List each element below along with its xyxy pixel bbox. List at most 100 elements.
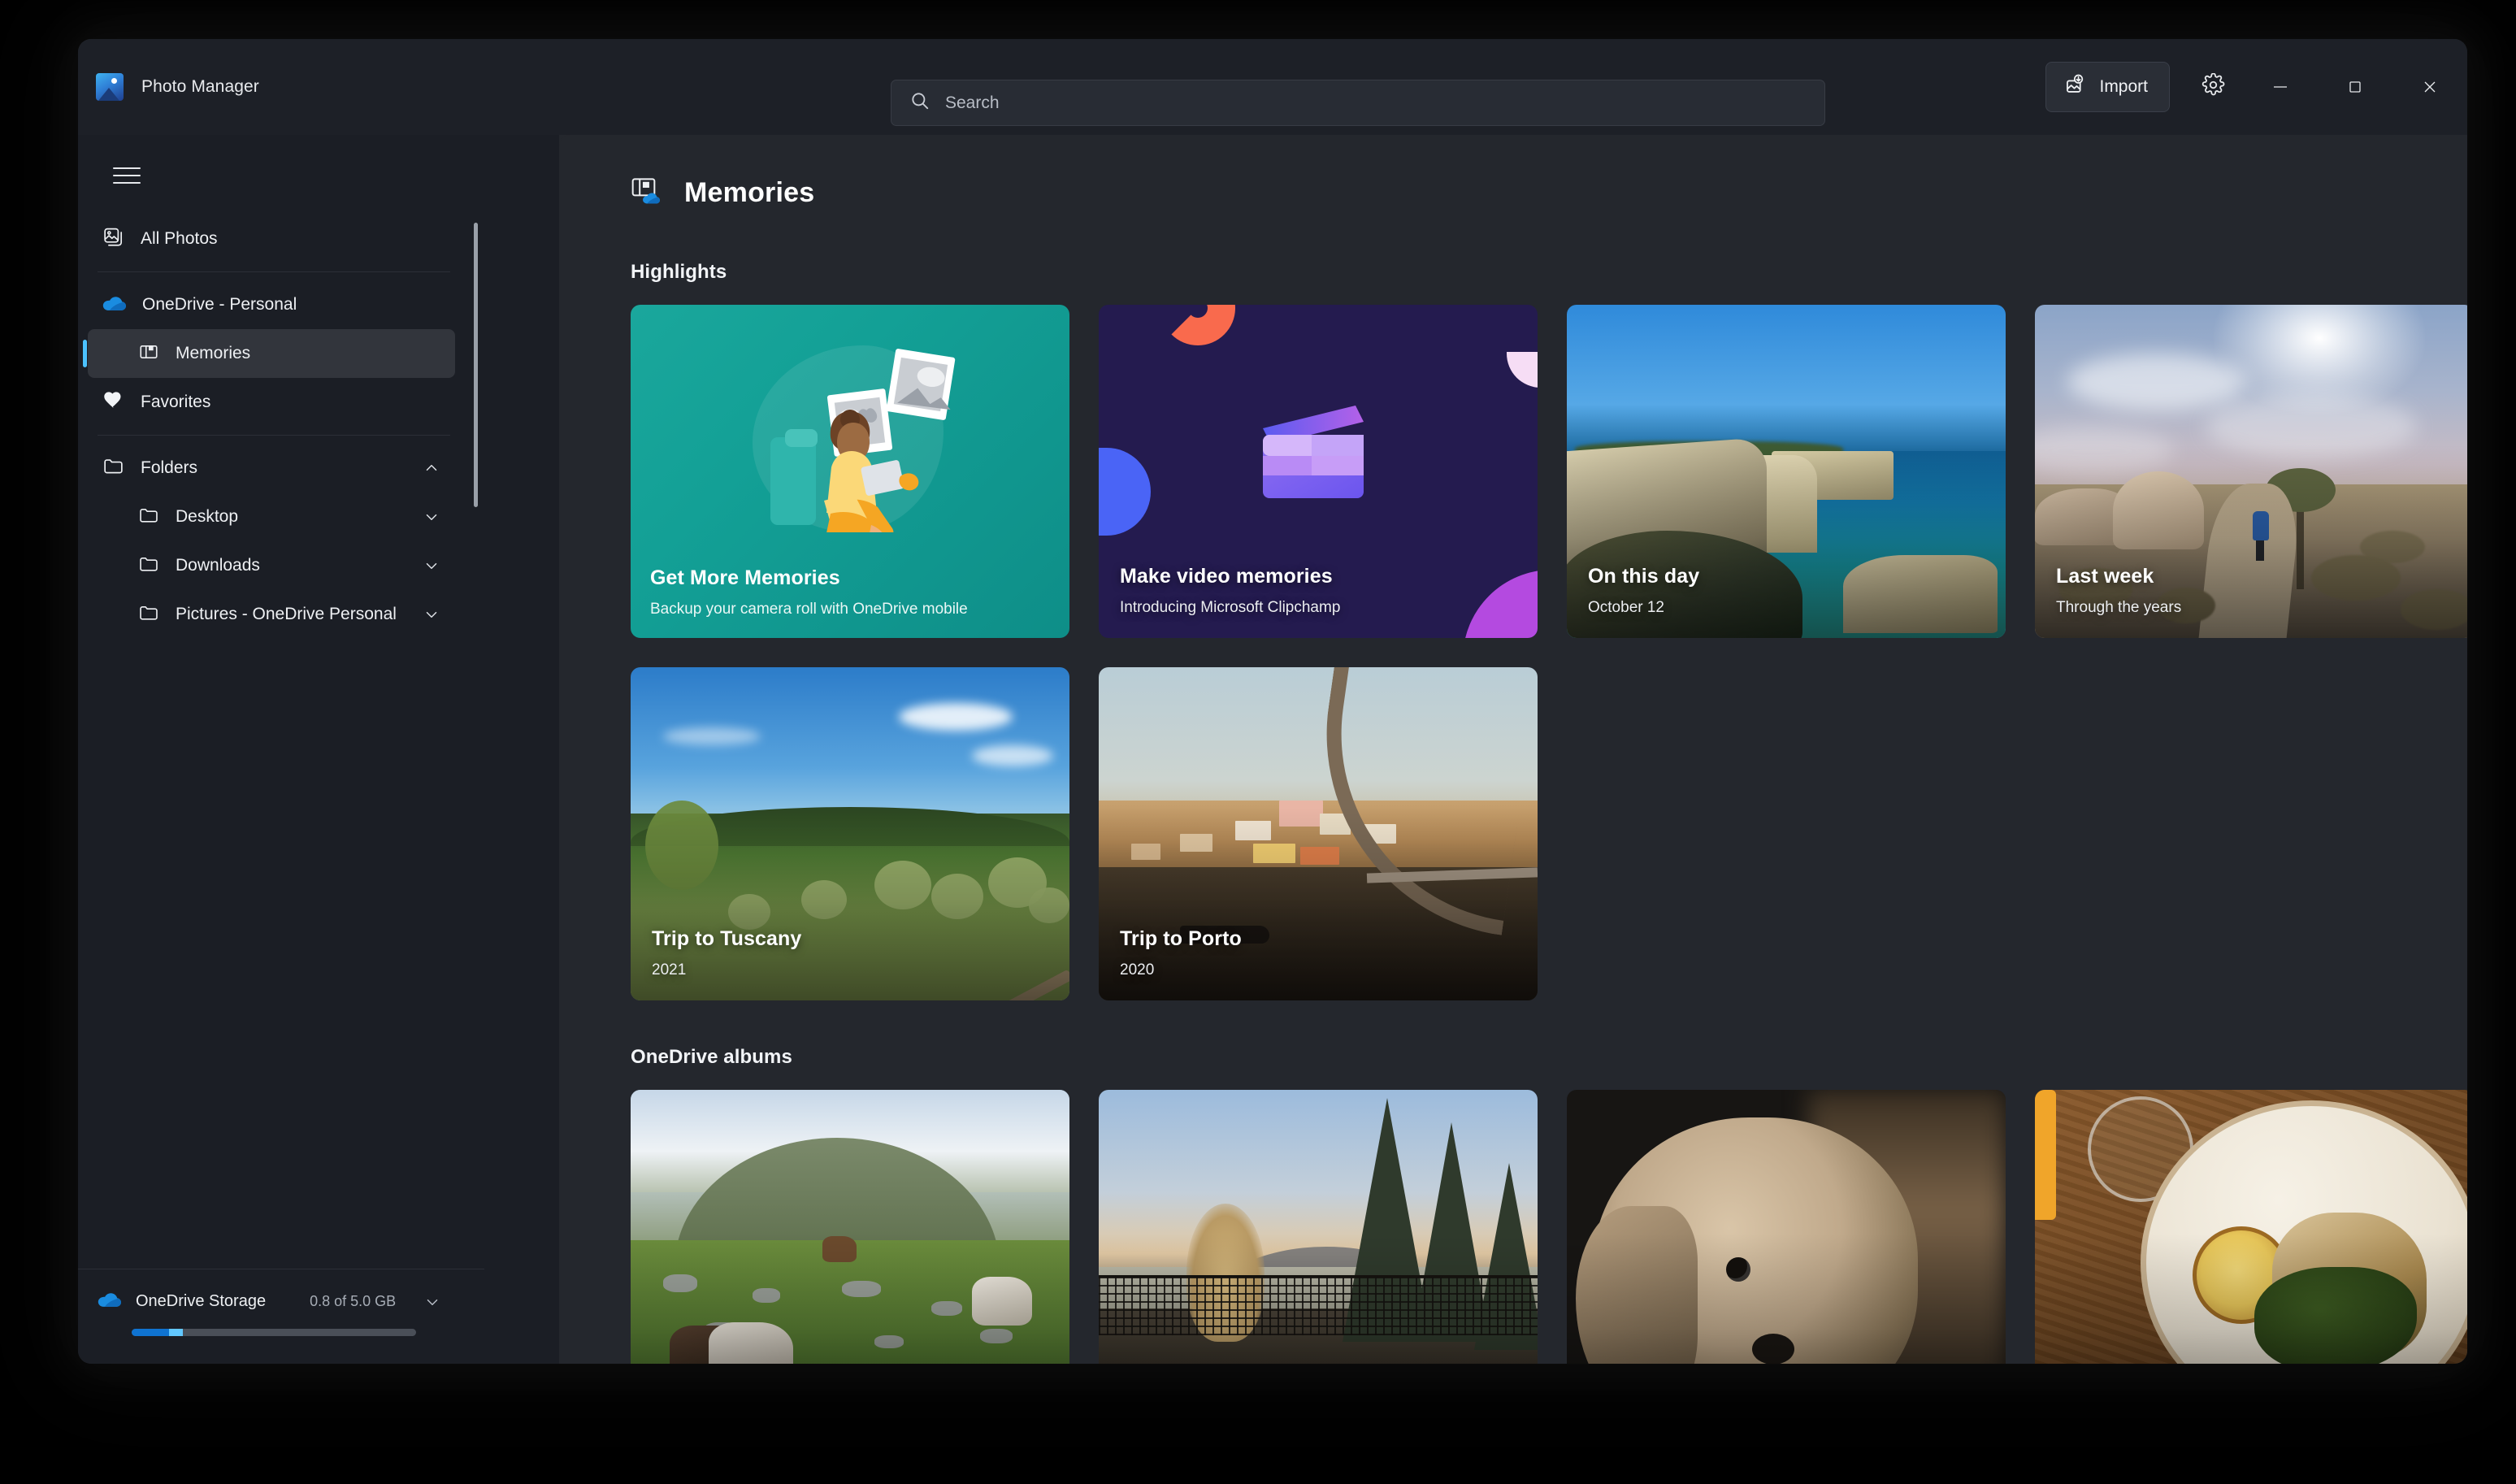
hamburger-menu-icon[interactable]: [96, 145, 158, 206]
storage-amount: 0.8 of 5.0 GB: [310, 1293, 397, 1309]
highlight-card-get-more-memories[interactable]: Get More Memories Backup your camera rol…: [631, 305, 1069, 638]
storage-progress-bar: [132, 1329, 416, 1336]
content-area: Memories Highlights Get More Memories Ba…: [559, 135, 2467, 1364]
card-caption: Make video memories Introducing Microsof…: [1120, 565, 1516, 617]
import-photo-icon: [2064, 74, 2086, 100]
sidebar-item-desktop[interactable]: Desktop: [88, 492, 455, 541]
storage-row[interactable]: OneDrive Storage 0.8 of 5.0 GB: [98, 1291, 460, 1313]
chevron-down-icon[interactable]: [423, 1293, 441, 1311]
card-title: Get More Memories: [650, 566, 840, 589]
card-title: On this day: [1588, 565, 1700, 588]
onedrive-storage-panel: OneDrive Storage 0.8 of 5.0 GB: [78, 1269, 484, 1364]
titlebar-actions: Import: [2045, 39, 2467, 135]
storage-label: OneDrive Storage: [136, 1292, 267, 1310]
search-icon: [909, 90, 930, 115]
clapperboard-icon: [1261, 399, 1375, 517]
close-button[interactable]: [2392, 39, 2467, 135]
sidebar-item-onedrive-personal[interactable]: OneDrive - Personal: [88, 280, 455, 329]
title-bar: Photo Manager Search Import: [78, 39, 2467, 135]
sidebar-item-folders[interactable]: Folders: [88, 444, 455, 492]
folder-icon: [138, 505, 159, 530]
sidebar-item-label: Folders: [141, 458, 198, 477]
albums-grid: Camping in Connemara: [631, 1090, 2467, 1364]
folder-icon: [138, 553, 159, 579]
storage-progress-secondary: [168, 1329, 183, 1336]
sidebar-divider: [98, 271, 450, 272]
sidebar: All Photos OneDrive - Personal Memories …: [78, 135, 484, 1364]
pets-photo: [1567, 1090, 2006, 1364]
sidebar-item-label: Desktop: [176, 507, 239, 526]
card-title: Trip to Tuscany: [652, 927, 802, 950]
highlight-card-on-this-day[interactable]: On this day October 12: [1567, 305, 2006, 638]
folder-icon: [138, 602, 159, 627]
search-input[interactable]: Search: [891, 80, 1825, 126]
card-subtitle: October 12: [1588, 599, 1664, 616]
connemara-photo: [631, 1090, 1069, 1364]
heart-icon: [102, 389, 124, 415]
sidebar-item-pictures-onedrive[interactable]: Pictures - OneDrive Personal: [88, 590, 455, 639]
onedrive-cloud-icon: [102, 294, 126, 316]
album-card-cycling-trips[interactable]: Cycling Trips: [1099, 1090, 1538, 1364]
card-subtitle: 2021: [652, 961, 687, 978]
import-button[interactable]: Import: [2045, 62, 2170, 112]
person-with-photos-illustration: [770, 349, 956, 532]
maximize-button[interactable]: [2318, 39, 2392, 135]
highlight-card-trip-to-tuscany[interactable]: Trip to Tuscany 2021: [631, 667, 1069, 1000]
sidebar-item-favorites[interactable]: Favorites: [88, 378, 455, 427]
sidebar-item-memories[interactable]: Memories: [83, 329, 455, 378]
card-caption: Trip to Tuscany 2021: [652, 927, 1048, 979]
card-subtitle: Introducing Microsoft Clipchamp: [1120, 599, 1341, 616]
sidebar-item-label: Downloads: [176, 556, 260, 575]
photo-mountain-icon: [96, 73, 124, 101]
sidebar-item-downloads[interactable]: Downloads: [88, 541, 455, 590]
card-subtitle: Backup your camera roll with OneDrive mo…: [650, 601, 968, 618]
page-header: Memories: [631, 176, 2467, 210]
card-caption: Trip to Porto 2020: [1120, 927, 1516, 979]
highlight-card-trip-to-porto[interactable]: Trip to Porto 2020: [1099, 667, 1538, 1000]
memories-onedrive-icon: [631, 176, 663, 210]
sidebar-nav: All Photos OneDrive - Personal Memories …: [78, 215, 484, 1269]
highlight-card-last-week[interactable]: Last week Through the years: [2035, 305, 2467, 638]
chevron-down-icon[interactable]: [423, 508, 440, 526]
card-title: Make video memories: [1120, 565, 1333, 588]
search-container: Search: [891, 80, 1825, 126]
sidebar-item-all-photos[interactable]: All Photos: [88, 215, 455, 263]
chevron-down-icon[interactable]: [423, 605, 440, 623]
sidebar-divider: [98, 435, 450, 436]
chevron-up-icon[interactable]: [423, 459, 440, 477]
chevron-down-icon[interactable]: [423, 557, 440, 575]
gear-icon: [2202, 72, 2225, 101]
photos-stack-icon: [102, 226, 124, 252]
app-identity: Photo Manager: [78, 39, 476, 135]
decorative-pink-shape: [1507, 352, 1538, 388]
album-card-pets[interactable]: Pets: [1567, 1090, 2006, 1364]
app-title: Photo Manager: [141, 77, 259, 96]
sidebar-item-label: All Photos: [141, 229, 218, 248]
highlights-grid: Get More Memories Backup your camera rol…: [631, 305, 2467, 1000]
folder-icon: [102, 455, 124, 481]
settings-button[interactable]: [2183, 59, 2243, 115]
sidebar-item-label: Memories: [176, 344, 251, 362]
sidebar-splitter: [484, 135, 567, 1364]
memories-book-icon: [138, 341, 159, 367]
card-title: Last week: [2056, 565, 2154, 588]
sidebar-item-label: OneDrive - Personal: [142, 295, 297, 314]
sidebar-scrollbar-thumb[interactable]: [474, 223, 478, 507]
desktop-backdrop: Photo Manager Search Import All Photos O…: [0, 0, 2516, 1484]
page-title: Memories: [684, 177, 815, 208]
card-subtitle: 2020: [1120, 961, 1155, 978]
card-caption: Get More Memories Backup your camera rol…: [650, 566, 968, 618]
import-label: Import: [2099, 77, 2148, 96]
card-title: Trip to Porto: [1120, 927, 1242, 950]
storage-progress-used: [132, 1329, 169, 1336]
food-photo: [2035, 1090, 2467, 1364]
sidebar-scrollbar-track[interactable]: [474, 215, 481, 1269]
highlight-card-make-video-memories[interactable]: Make video memories Introducing Microsof…: [1099, 305, 1538, 638]
sidebar-item-label: Pictures - OneDrive Personal: [176, 605, 397, 623]
decorative-blue-shape: [1099, 448, 1151, 536]
onedrive-cloud-icon: [98, 1291, 121, 1313]
photo-manager-window: Photo Manager Search Import All Photos O…: [78, 39, 2467, 1364]
album-card-camping-in-connemara[interactable]: Camping in Connemara: [631, 1090, 1069, 1364]
album-card-food-pics[interactable]: Food Pics: [2035, 1090, 2467, 1364]
minimize-button[interactable]: [2243, 39, 2318, 135]
